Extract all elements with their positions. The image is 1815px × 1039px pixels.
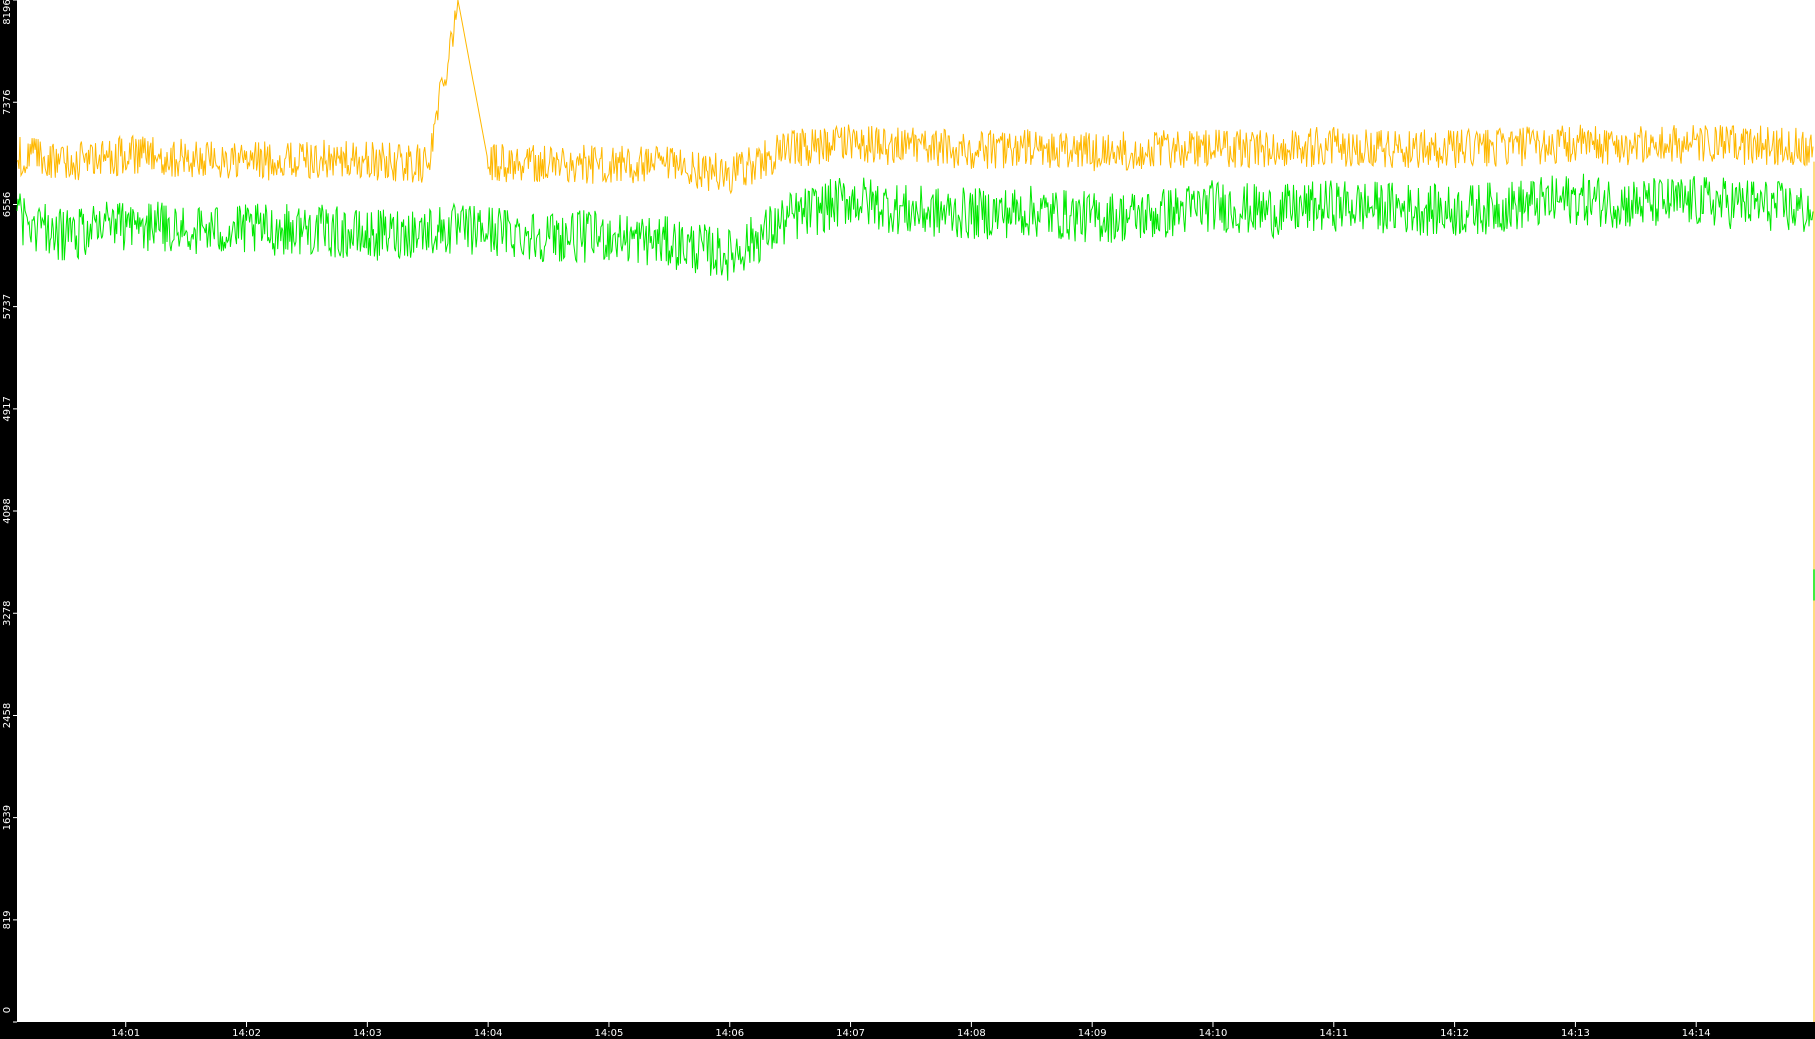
y-tick-label: 1639: [2, 805, 13, 830]
y-tick-label: 4917: [2, 396, 13, 421]
y-tick-label: 5737: [2, 294, 13, 319]
y-tick-label: 819: [2, 910, 13, 929]
y-tick-label: 3278: [2, 601, 13, 626]
x-tick-label: 14:12: [1440, 1028, 1469, 1039]
x-tick-label: 14:10: [1199, 1028, 1228, 1039]
x-tick-label: 14:11: [1319, 1028, 1348, 1039]
x-tick-label: 14:09: [1078, 1028, 1107, 1039]
x-tick-label: 14:01: [111, 1028, 140, 1039]
x-tick-label: 14:05: [595, 1028, 624, 1039]
y-tick-label: 2458: [2, 703, 13, 728]
y-tick-label: 7376: [2, 90, 13, 115]
y-tick-label: 4098: [2, 498, 13, 523]
x-tick-label: 14:06: [715, 1028, 744, 1039]
x-tick-label: 14:02: [232, 1028, 261, 1039]
chart-svg: 0 819 1639 2458 3278 4098 4917 5737 6556 7376 8196…: [2, 0, 1815, 1039]
x-tick-label: 14:08: [957, 1028, 986, 1039]
x-tick-label: 14:13: [1561, 1028, 1590, 1039]
x-tick-label: 14:14: [1682, 1028, 1711, 1039]
line-chart: 0 819 1639 2458 3278 4098 4917 5737 6556 7376 8196…: [0, 0, 1815, 1039]
x-tick-label: 14:04: [474, 1028, 503, 1039]
y-tick-label: 6556: [2, 192, 13, 217]
x-tick-label: 14:07: [836, 1028, 865, 1039]
x-tick-label: 14:03: [353, 1028, 382, 1039]
x-axis: 14:01 14:02 14:03 14:04 14:05 14:06 14:07 14:08…: [111, 1022, 1711, 1039]
y-axis: 0 819 1639 2458 3278 4098 4917 5737 6556 7376 8196: [2, 0, 17, 1023]
y-tick-label: 0: [2, 1007, 13, 1013]
y-tick-label: 8196: [2, 0, 13, 25]
